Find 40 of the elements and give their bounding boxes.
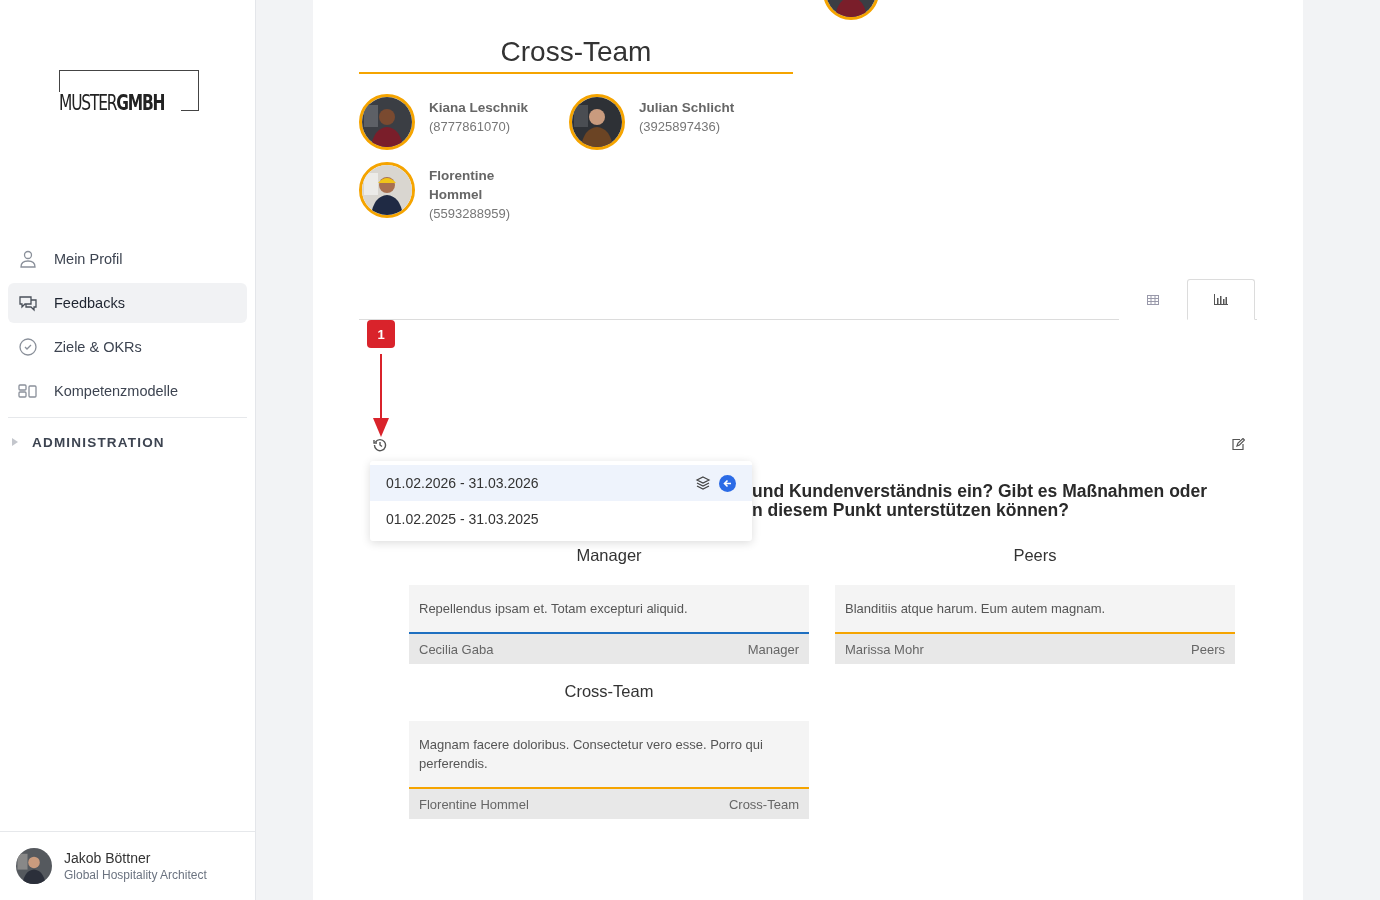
chat-icon bbox=[18, 293, 38, 313]
layers-icon[interactable] bbox=[695, 475, 711, 491]
callout-badge: 1 bbox=[367, 320, 395, 348]
table-icon bbox=[1147, 294, 1159, 305]
nav-item[interactable]: Feedbacks bbox=[8, 283, 247, 323]
nav-item[interactable]: Ziele & OKRs bbox=[8, 327, 247, 367]
group-title: Cross-Team bbox=[563, 682, 655, 701]
member-name: Florentine Hommel bbox=[429, 167, 496, 204]
feedback-role: Manager bbox=[747, 641, 799, 657]
feedback-author: Marissa Mohr bbox=[845, 641, 924, 657]
edit-icon[interactable] bbox=[1232, 438, 1245, 450]
member-name: Julian Schlicht bbox=[639, 99, 736, 117]
feedback-card: Repellendus ipsam et. Totam excepturi aliquid. bbox=[409, 585, 809, 634]
member-id: (8777861070) bbox=[429, 118, 511, 136]
period-option[interactable]: 01.02.2025 - 31.03.2025 bbox=[370, 501, 752, 537]
feedback-card: Magnam facere doloribus. Consectetur vero esse. Porro qui perferendis. bbox=[409, 721, 809, 789]
feedback-role: Cross-Team bbox=[728, 796, 799, 812]
member-id: (5593288959) bbox=[429, 205, 511, 223]
user-icon bbox=[18, 249, 38, 269]
user-name: Jakob Böttner bbox=[64, 850, 152, 866]
feedback-role: Peers bbox=[1191, 641, 1225, 657]
check-circle-icon bbox=[18, 337, 38, 357]
group-title: Manager bbox=[575, 546, 643, 565]
feedback-author: Cecilia Gaba bbox=[419, 641, 494, 657]
admin-section-toggle[interactable]: ADMINISTRATION bbox=[0, 418, 255, 466]
user-role: Global Hospitality Architect bbox=[64, 868, 207, 882]
team-title: Cross-Team bbox=[359, 36, 793, 74]
history-icon[interactable] bbox=[373, 438, 387, 452]
bar-chart-icon bbox=[1214, 294, 1228, 305]
nav-item[interactable]: Mein Profil bbox=[8, 239, 247, 279]
nav-item[interactable]: Kompetenzmodelle bbox=[8, 371, 247, 411]
member-name: Kiana Leschnik bbox=[429, 99, 530, 117]
feedback-author: Florentine Hommel bbox=[419, 796, 529, 812]
period-option[interactable]: 01.02.2026 - 31.03.2026 bbox=[370, 465, 752, 501]
blocks-icon bbox=[18, 381, 38, 401]
question-text: und Kundenverständnis ein? Gibt es Maßnahmen oder n diesem Punkt unterstützen können? bbox=[752, 482, 1208, 520]
feedback-card: Blanditiis atque harum. Eum autem magnam. bbox=[835, 585, 1235, 634]
group-title: Peers bbox=[1012, 546, 1058, 565]
logo: MUSTERGMBH bbox=[59, 70, 199, 111]
member-id: (3925897436) bbox=[639, 118, 721, 136]
